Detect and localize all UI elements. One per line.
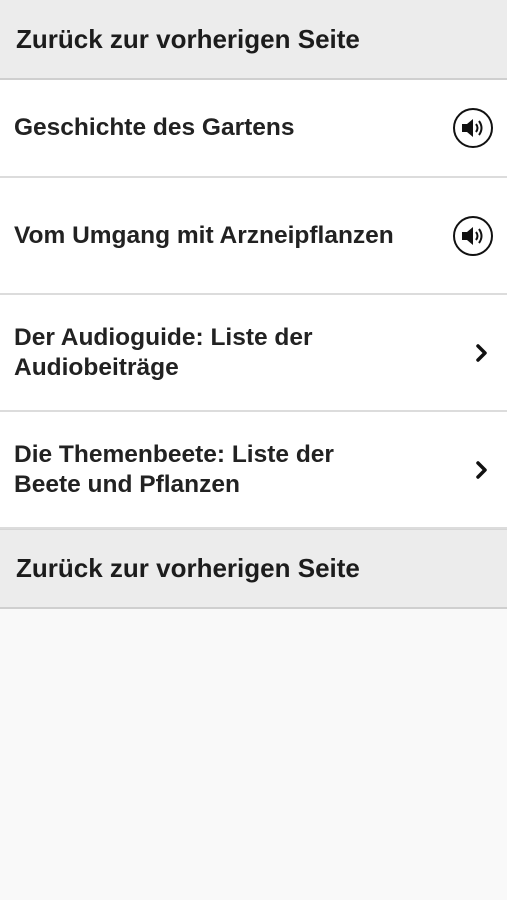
back-button-bottom[interactable]: Zurück zur vorherigen Seite [0, 529, 507, 609]
menu-item-label: Der Audioguide: Liste der Audiobeiträge [14, 323, 313, 381]
chevron-right-icon [473, 459, 491, 481]
menu-item-arzneipflanzen[interactable]: Vom Umgang mit Arzneipflanzen [0, 178, 507, 295]
back-button-label: Zurück zur vorherigen Seite [16, 553, 360, 583]
app-screen: Zurück zur vorherigen Seite Geschichte d… [0, 0, 507, 900]
menu-item-audioguide[interactable]: Der Audioguide: Liste der Audiobeiträge [0, 295, 507, 412]
back-button-top[interactable]: Zurück zur vorherigen Seite [0, 0, 507, 80]
back-button-label: Zurück zur vorherigen Seite [16, 23, 360, 54]
menu-item-label: Geschichte des Gartens [14, 114, 295, 141]
menu-item-geschichte[interactable]: Geschichte des Gartens [0, 80, 507, 178]
menu-item-themenbeete[interactable]: Die Themenbeete: Liste der Beete und Pfl… [0, 412, 507, 529]
menu-item-label: Vom Umgang mit Arzneipflanzen [14, 221, 394, 249]
speaker-icon[interactable] [453, 108, 493, 148]
menu-item-label: Die Themenbeete: Liste der Beete und Pfl… [14, 440, 334, 498]
chevron-right-icon [473, 342, 491, 364]
speaker-icon[interactable] [453, 215, 493, 256]
